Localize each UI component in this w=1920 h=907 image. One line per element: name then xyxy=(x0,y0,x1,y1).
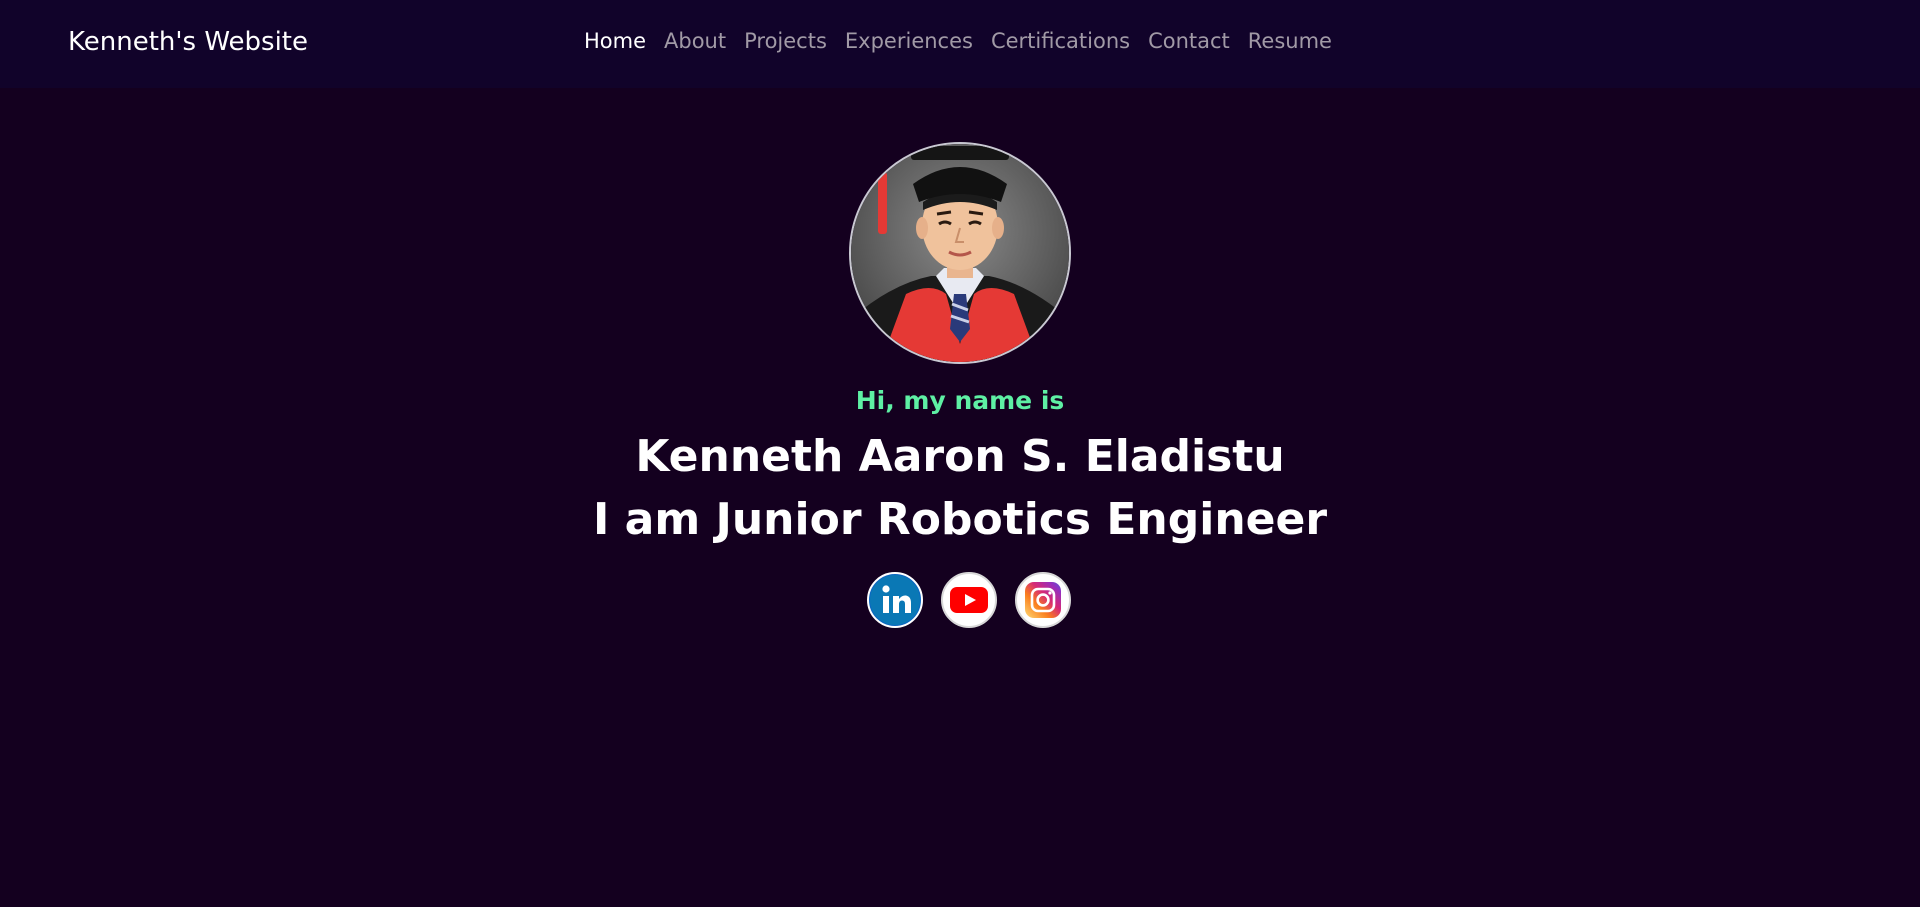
youtube-icon xyxy=(950,587,988,613)
hero-greeting: Hi, my name is xyxy=(855,386,1065,415)
nav-link-resume[interactable]: Resume xyxy=(1248,29,1332,53)
nav-links: Home About Projects Experiences Certific… xyxy=(584,29,1332,53)
hero-name: Kenneth Aaron S. Eladistu xyxy=(635,431,1285,482)
linkedin-icon xyxy=(870,575,920,625)
hero-role: I am Junior Robotics Engineer xyxy=(592,494,1328,545)
social-links xyxy=(867,572,1071,628)
youtube-button[interactable] xyxy=(941,572,997,628)
portrait-image xyxy=(851,144,1069,362)
nav-link-contact[interactable]: Contact xyxy=(1148,29,1230,53)
nav-link-projects[interactable]: Projects xyxy=(744,29,827,53)
instagram-button[interactable] xyxy=(1015,572,1071,628)
navbar: Kenneth's Website Home About Projects Ex… xyxy=(0,0,1920,88)
nav-link-certifications[interactable]: Certifications xyxy=(991,29,1130,53)
site-brand[interactable]: Kenneth's Website xyxy=(68,27,308,57)
nav-link-experiences[interactable]: Experiences xyxy=(845,29,973,53)
instagram-icon xyxy=(1025,582,1061,618)
nav-link-about[interactable]: About xyxy=(664,29,726,53)
linkedin-button[interactable] xyxy=(867,572,923,628)
nav-link-home[interactable]: Home xyxy=(584,29,646,53)
profile-photo xyxy=(849,142,1071,364)
